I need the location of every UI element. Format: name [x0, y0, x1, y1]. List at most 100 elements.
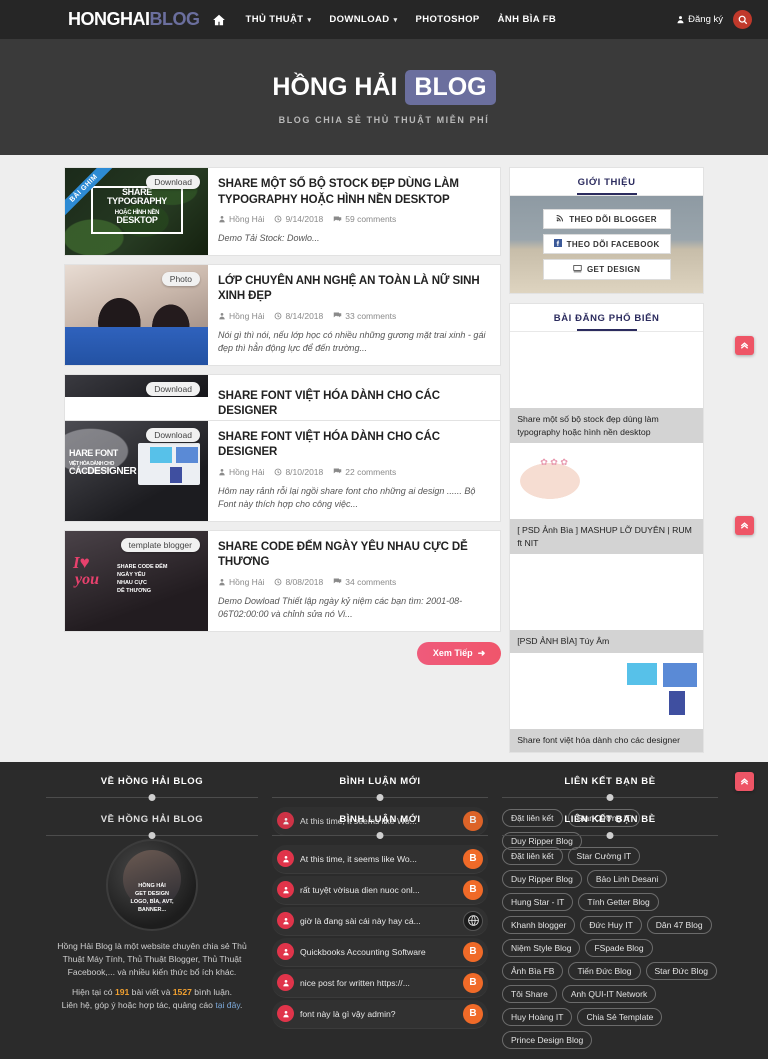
friend-link[interactable]: Đức Huy IT — [580, 915, 642, 934]
popular-post-item[interactable]: Túy cùng nhau đi hết quãng đường, [PSD Ả… — [510, 554, 703, 654]
post-snippet: Demo Dowload Thiết lập ngày kỷ niệm các … — [218, 595, 463, 620]
comment-item[interactable]: Quickbooks Accounting Software B — [272, 937, 488, 967]
footer-about-line: Hồng Hải Blog là một website chuyên chia… — [57, 940, 247, 978]
user-icon — [277, 1005, 294, 1023]
friend-link[interactable]: Tiến Đức Blog — [568, 961, 641, 980]
friend-link[interactable]: Anh QUI-IT Network — [561, 984, 657, 1003]
footer-about-text: Hồng Hải Blog là một website chuyên chia… — [46, 940, 258, 1013]
post-category-tag[interactable]: template blogger — [120, 537, 200, 552]
signup-link[interactable]: Đăng ký — [676, 14, 723, 25]
comment-item[interactable]: nice post for written https://... B — [272, 968, 488, 998]
comment-item[interactable]: At this time, it seems like Wo... B — [272, 844, 488, 874]
popular-post-item[interactable]: ✿ ✿ ✿ Lỡ Coi như tình [ PSD Ảnh Bìa ] MA… — [510, 443, 703, 555]
user-icon — [277, 912, 294, 930]
nav-item-label: DOWNLOAD — [329, 14, 390, 25]
site-footer: VỀ HỒNG HẢI BLOG VỀ HỒNG HẢI BLOG HỒNG H… — [0, 761, 768, 1059]
nav-item-thu-thuat[interactable]: THỦ THUẬT ▾ — [246, 14, 312, 25]
post-card[interactable]: HARE FONT VIỆT HÓA DÀNH CHO CÁCDESIGNER Do… — [64, 419, 502, 522]
friend-link[interactable]: Huy Hoàng IT — [502, 1007, 573, 1026]
friend-link[interactable]: Niệm Style Blog — [502, 938, 581, 957]
hero-title-badge: BLOG — [405, 69, 496, 105]
footer-links-heading: LIÊN KẾT BẠN BÈ — [564, 775, 656, 787]
post-thumbnail[interactable]: SHARE TYPOGRAPHY HOẶC HÌNH NỀN DESKTOP BÀI … — [65, 168, 208, 255]
post-body: SHARE MỘT SỐ BỘ STOCK ĐẸP DÙNG LÀM TYPOG… — [208, 168, 500, 255]
load-more-button[interactable]: Xem Tiếp ➜ — [416, 641, 502, 665]
friend-link[interactable]: Dân 47 Blog — [646, 915, 712, 934]
post-thumbnail[interactable]: Photo — [65, 264, 208, 365]
comment-item[interactable]: font này là gì vậy admin? B — [272, 999, 488, 1029]
post-card[interactable]: I♥ you SHARE CODE ĐẾM NGÀY YÊU NHAU CỰC DỄ … — [64, 529, 502, 632]
friend-link[interactable]: Hung Star - IT — [502, 892, 574, 911]
popular-post-thumbnail[interactable]: LH SHARESTOCK ĐẸP DÙNG LÀM TYPOGRAPHY — [510, 332, 703, 408]
friend-link[interactable]: Duy Ripper Blog — [502, 869, 582, 888]
post-author: Hồng Hải — [218, 311, 264, 321]
friend-link[interactable]: Ảnh Bìa FB — [502, 961, 564, 980]
contact-link[interactable]: tại đây — [215, 1000, 240, 1010]
post-card[interactable]: SHARE TYPOGRAPHY HOẶC HÌNH NỀN DESKTOP BÀI … — [64, 167, 502, 256]
post-body: LỚP CHUYÊN ANH NGHỆ AN TOÀN LÀ NỮ SINH X… — [208, 265, 500, 365]
post-thumbnail[interactable]: HARE FONT VIỆT HÓA DÀNH CHO CÁCDESIGNER Do… — [65, 420, 208, 521]
post-title[interactable]: SHARE FONT VIỆT HÓA DÀNH CHO CÁC DESIGNE… — [218, 430, 488, 461]
popular-post-item[interactable]: LH SHARESTOCK ĐẸP DÙNG LÀM TYPOGRAPHY Shar… — [510, 332, 703, 444]
popular-post-thumbnail[interactable]: Túy cùng nhau đi hết quãng đường, — [510, 554, 703, 630]
friend-link[interactable]: FSpade Blog — [585, 938, 653, 957]
popular-post-caption[interactable]: [PSD ẢNH BÌA] Túy Âm — [510, 630, 703, 654]
clock-icon — [275, 468, 282, 476]
post-title[interactable]: LỚP CHUYÊN ANH NGHỆ AN TOÀN LÀ NỮ SINH X… — [218, 274, 488, 305]
post-category-tag[interactable]: Download — [146, 427, 200, 442]
follow-blogger-button[interactable]: THEO DÕI BLOGGER — [542, 209, 671, 229]
popular-post-caption[interactable]: [ PSD Ảnh Bìa ] MASHUP LỠ DUYÊN | RUM ft… — [510, 519, 703, 555]
post-meta: Hồng Hải 8/10/2018 22 comments — [218, 467, 488, 477]
nav-item-anh-bia-fb[interactable]: ẢNH BÌA FB — [498, 14, 557, 25]
friend-link[interactable]: Chia Sẻ Template — [577, 1007, 663, 1026]
comment-icon — [334, 312, 342, 318]
scroll-to-top-button[interactable] — [735, 336, 754, 355]
post-card-ghost: Download SHARE FONT VIỆT HÓA DÀNH CHO CÁ… — [64, 373, 502, 421]
hero-title: HỒNG HẢI BLOG — [272, 69, 496, 105]
globe-icon — [463, 910, 483, 931]
popular-post-thumbnail[interactable]: FONT DÀNH CHO ESIGNER — [510, 653, 703, 729]
post-meta: Hồng Hải 8/08/2018 34 comments — [218, 577, 488, 587]
comment-text: At this time, it seems like Wo... — [300, 853, 417, 864]
comment-item[interactable]: giờ là đang sài cái này hay cá... — [272, 906, 488, 936]
user-icon — [219, 216, 225, 223]
post-category-tag[interactable]: Photo — [161, 271, 200, 286]
friend-link[interactable]: Tôi Share — [502, 984, 557, 1003]
popular-post-item[interactable]: FONT DÀNH CHO ESIGNER Share font việt hóa … — [510, 653, 703, 752]
site-logo[interactable]: HONGHAIBLOG — [68, 9, 200, 30]
user-icon — [277, 881, 294, 899]
post-snippet: Demo Tải Stock: Dowlo... — [218, 233, 320, 244]
popular-post-caption[interactable]: Share font việt hóa dành cho các designe… — [510, 729, 703, 752]
home-icon[interactable] — [212, 13, 226, 27]
comment-item[interactable]: rất tuyệt vờisua dien nuoc onl... B — [272, 875, 488, 905]
friend-link[interactable]: Tính Getter Blog — [578, 892, 659, 911]
nav-item-download[interactable]: DOWNLOAD ▾ — [329, 14, 397, 25]
scroll-to-top-button[interactable] — [735, 516, 754, 535]
get-design-button[interactable]: GET DESIGN — [542, 259, 671, 280]
friend-link[interactable]: Đặt liên kết — [502, 846, 563, 865]
post-title: SHARE FONT VIỆT HÓA DÀNH CHO CÁC DESIGNE… — [218, 389, 440, 418]
popular-post-thumbnail[interactable]: ✿ ✿ ✿ Lỡ Coi như tình — [510, 443, 703, 519]
facebook-icon — [553, 239, 562, 249]
scroll-to-top-button[interactable] — [735, 772, 754, 791]
friend-link[interactable]: Khanh blogger — [502, 915, 576, 934]
search-icon[interactable] — [733, 10, 752, 29]
avatar: HỒNG HẢI GET DESIGN LOGO, BÌA, AVT, BANN… — [46, 838, 258, 931]
nav-item-photoshop[interactable]: PHOTOSHOP — [416, 14, 480, 25]
post-thumbnail[interactable]: I♥ you SHARE CODE ĐẾM NGÀY YÊU NHAU CỰC DỄ … — [65, 530, 208, 631]
post-comment-count: 22 comments — [333, 467, 396, 477]
comment-icon — [334, 216, 342, 221]
post-category-tag[interactable]: Download — [146, 175, 200, 189]
post-title[interactable]: SHARE MỘT SỐ BỘ STOCK ĐẸP DÙNG LÀM TYPOG… — [218, 177, 488, 208]
post-title[interactable]: SHARE CODE ĐẾM NGÀY YÊU NHAU CỰC DỄ THƯƠ… — [218, 540, 488, 571]
friend-link[interactable]: Prince Design Blog — [502, 1030, 593, 1049]
post-card[interactable]: Photo LỚP CHUYÊN ANH NGHỆ AN TOÀN LÀ NỮ … — [64, 263, 502, 366]
friend-link[interactable]: Star Đức Blog — [645, 961, 717, 980]
friend-link[interactable]: Bảo Linh Desani — [586, 869, 668, 888]
widget-title: BÀI ĐĂNG PHỔ BIẾN — [510, 304, 703, 331]
pagination: Xem Tiếp ➜ — [64, 640, 502, 675]
friend-link[interactable]: Star Cường IT — [567, 846, 641, 865]
blogger-icon: B — [463, 879, 483, 900]
follow-facebook-button[interactable]: THEO DÕI FACEBOOK — [542, 234, 671, 254]
popular-post-caption[interactable]: Share một số bộ stock đẹp dùng làm typog… — [510, 408, 703, 444]
